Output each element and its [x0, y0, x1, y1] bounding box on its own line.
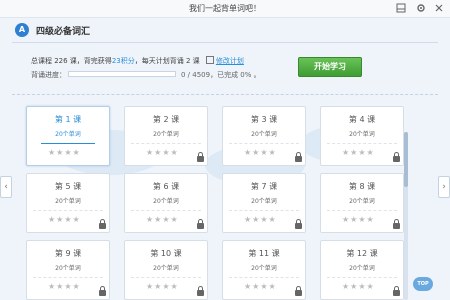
lock-icon — [393, 286, 400, 296]
close-icon[interactable] — [433, 3, 444, 14]
lesson-card[interactable]: 第 12 课 20个单词 ★★★★ — [320, 240, 404, 300]
progress-text: 0 / 4509，已完成 0% 。 — [181, 71, 261, 79]
star-rating: ★★★★ — [48, 148, 81, 157]
next-page-button[interactable]: › — [438, 176, 450, 198]
lock-icon — [99, 219, 106, 229]
star-rating: ★★★★ — [342, 282, 375, 291]
star-rating: ★★★★ — [146, 282, 179, 291]
star-rating: ★★★★ — [48, 215, 81, 224]
edit-plan-link[interactable]: 修改计划 — [216, 57, 244, 65]
star-rating: ★★★★ — [48, 282, 81, 291]
card-divider — [327, 277, 397, 278]
card-divider — [229, 210, 299, 211]
start-study-button[interactable]: 开始学习 — [298, 57, 362, 77]
lesson-label: 第 12 课 — [346, 249, 378, 258]
star-rating: ★★★★ — [244, 215, 277, 224]
restore-icon[interactable] — [395, 3, 406, 14]
info-plan: ，每天计划背诵 2 课 — [134, 57, 200, 65]
back-to-top-button[interactable]: TOP — [413, 277, 433, 291]
info-prefix: 总课程 226 课，背完获得 — [31, 57, 112, 65]
lesson-label: 第 10 课 — [150, 249, 182, 258]
book-header: A 四级必备词汇 — [0, 18, 450, 42]
lesson-card[interactable]: 第 11 课 20个单词 ★★★★ — [222, 240, 306, 300]
lesson-label: 第 6 课 — [152, 182, 180, 191]
card-divider — [131, 143, 201, 144]
lock-icon — [393, 152, 400, 162]
lesson-label: 第 2 课 — [152, 115, 180, 124]
lesson-label: 第 8 课 — [348, 182, 376, 191]
card-divider — [131, 277, 201, 278]
lock-icon — [197, 286, 204, 296]
lesson-card[interactable]: 第 4 课 20个单词 ★★★★ — [320, 106, 404, 166]
lesson-card[interactable]: 第 7 课 20个单词 ★★★★ — [222, 173, 306, 233]
lesson-card[interactable]: 第 10 课 20个单词 ★★★★ — [124, 240, 208, 300]
progress-bar — [68, 71, 176, 77]
lesson-card[interactable]: 第 6 课 20个单词 ★★★★ — [124, 173, 208, 233]
lesson-word-count: 20个单词 — [55, 198, 81, 205]
card-divider — [131, 210, 201, 211]
lesson-word-count: 20个单词 — [153, 198, 179, 205]
star-rating: ★★★★ — [342, 215, 375, 224]
lesson-card[interactable]: 第 8 课 20个单词 ★★★★ — [320, 173, 404, 233]
book-title: 四级必备词汇 — [36, 27, 91, 37]
card-divider — [229, 277, 299, 278]
edit-icon[interactable] — [205, 56, 214, 64]
lesson-card[interactable]: 第 2 课 20个单词 ★★★★ — [124, 106, 208, 166]
star-rating: ★★★★ — [342, 148, 375, 157]
star-rating: ★★★★ — [146, 148, 179, 157]
settings-icon[interactable] — [415, 3, 426, 14]
window-title: 我们一起背单词吧！ — [189, 4, 261, 13]
card-divider — [229, 143, 299, 144]
lesson-card[interactable]: 第 3 课 20个单词 ★★★★ — [222, 106, 306, 166]
star-rating: ★★★★ — [146, 215, 179, 224]
lock-icon — [295, 152, 302, 162]
lesson-word-count: 20个单词 — [55, 265, 81, 272]
card-divider — [327, 143, 397, 144]
card-divider — [33, 210, 103, 211]
lock-icon — [393, 219, 400, 229]
lesson-word-count: 20个单词 — [349, 265, 375, 272]
star-rating: ★★★★ — [244, 148, 277, 157]
progress-label: 背诵进度： — [31, 71, 66, 79]
lesson-card[interactable]: 第 5 课 20个单词 ★★★★ — [26, 173, 110, 233]
lesson-label: 第 3 课 — [250, 115, 278, 124]
lock-icon — [197, 219, 204, 229]
section-divider — [12, 94, 438, 95]
points-value: 23积分 — [111, 57, 135, 65]
star-rating: ★★★★ — [244, 282, 277, 291]
lesson-word-count: 20个单词 — [251, 131, 277, 138]
lock-icon — [99, 286, 106, 296]
course-info: 总课程 226 课，背完获得23积分，每天计划背诵 2 课 修改计划 — [31, 56, 244, 66]
lesson-label: 第 4 课 — [348, 115, 376, 124]
lesson-word-count: 20个单词 — [153, 131, 179, 138]
card-divider — [33, 277, 103, 278]
card-divider — [327, 210, 397, 211]
lesson-label: 第 9 课 — [54, 249, 82, 258]
lesson-word-count: 20个单词 — [251, 198, 277, 205]
lock-icon — [295, 286, 302, 296]
prev-page-button[interactable]: ‹ — [0, 176, 12, 198]
lesson-word-count: 20个单词 — [55, 131, 81, 138]
book-badge-icon: A — [15, 23, 29, 37]
header-divider — [12, 42, 438, 43]
lesson-word-count: 20个单词 — [349, 198, 375, 205]
lesson-word-count: 20个单词 — [251, 265, 277, 272]
lesson-word-count: 20个单词 — [349, 131, 375, 138]
lesson-label: 第 1 课 — [54, 115, 82, 124]
title-bar: 我们一起背单词吧！ — [0, 0, 450, 18]
scrollbar-thumb[interactable] — [404, 132, 408, 187]
lesson-grid: 第 1 课 20个单词 ★★★★ 第 2 课 20个单词 ★★★★ 第 3 课 20个单词 ★★… — [12, 100, 410, 300]
lesson-word-count: 20个单词 — [153, 265, 179, 272]
lesson-label: 第 5 课 — [54, 182, 82, 191]
lesson-label: 第 7 课 — [250, 182, 278, 191]
lock-icon — [197, 152, 204, 162]
card-divider — [41, 143, 95, 144]
lesson-card[interactable]: 第 1 课 20个单词 ★★★★ — [26, 106, 110, 166]
lesson-label: 第 11 课 — [248, 249, 280, 258]
lock-icon — [295, 219, 302, 229]
lesson-card[interactable]: 第 9 课 20个单词 ★★★★ — [26, 240, 110, 300]
